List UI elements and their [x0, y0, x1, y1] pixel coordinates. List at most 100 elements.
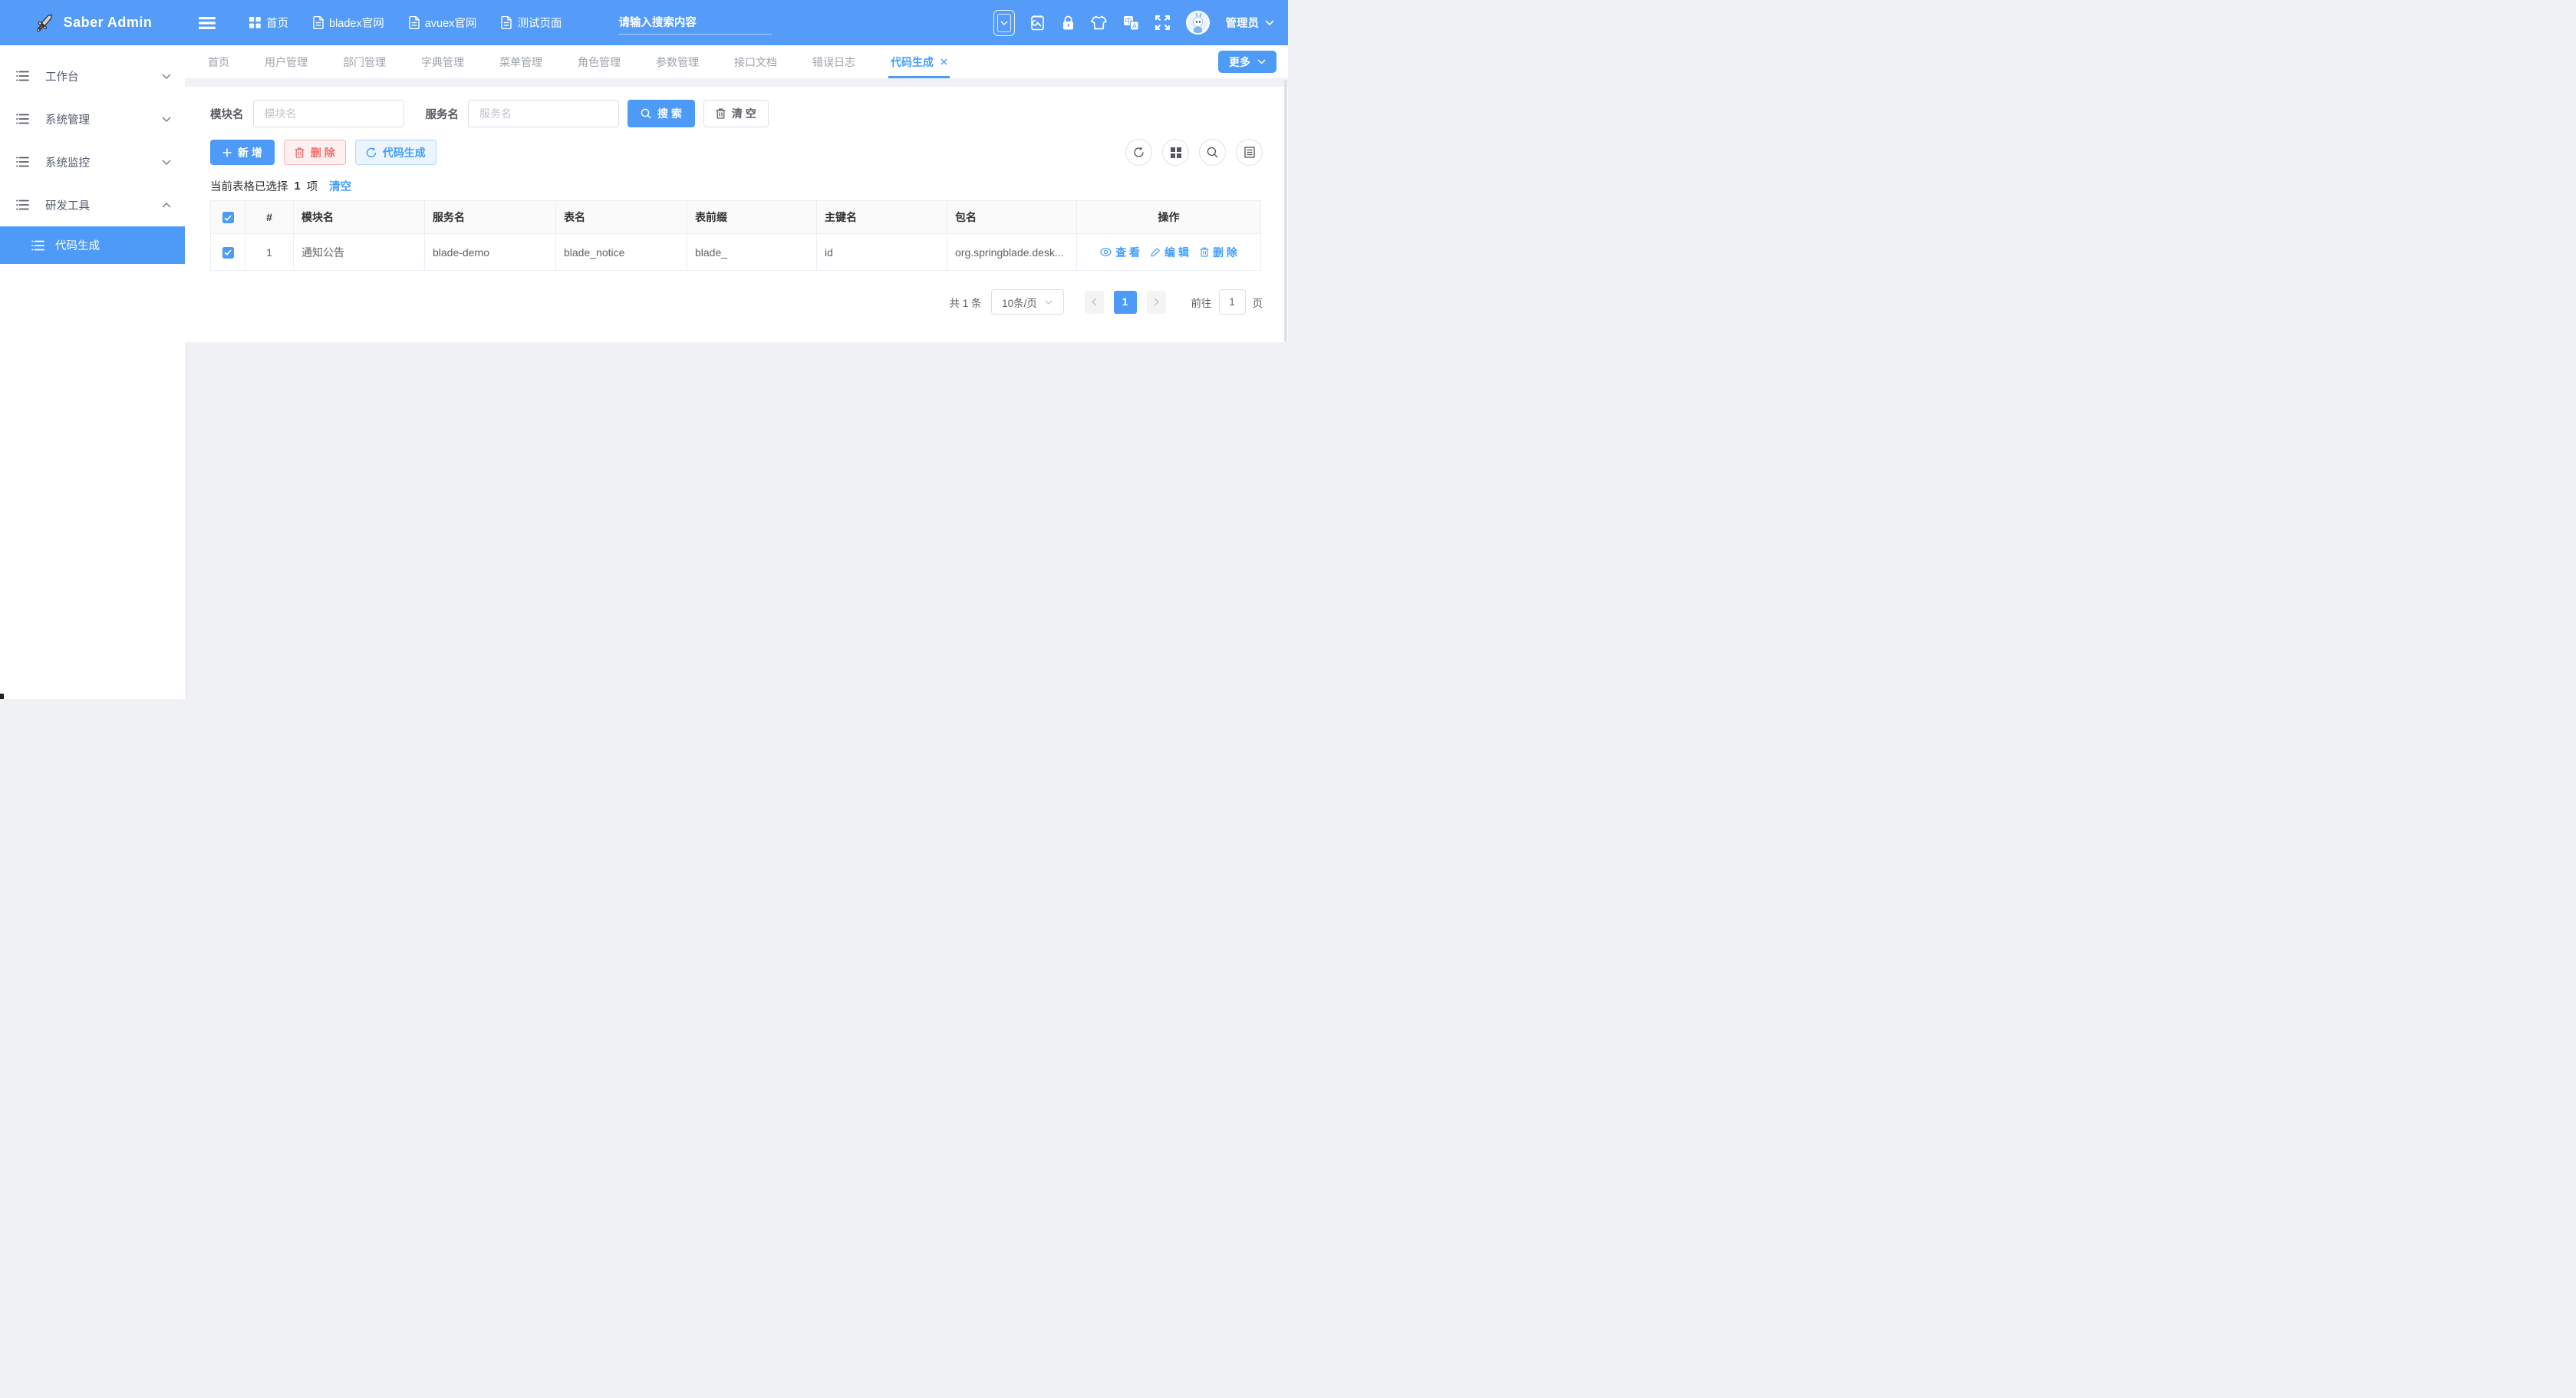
cell-prefix: blade_	[687, 234, 817, 271]
codegen-label: 代码生成	[383, 145, 426, 160]
edit-row-link[interactable]: 编 辑	[1151, 245, 1189, 260]
topnav-item-home[interactable]: 首页	[240, 0, 298, 45]
sidebar: 工作台系统管理系统监控研发工具 代码生成	[0, 45, 185, 699]
table-row: 1通知公告blade-demoblade_noticeblade_idorg.s…	[211, 234, 1261, 271]
hamburger-icon	[199, 16, 216, 30]
clear-selection-link[interactable]: 清空	[329, 178, 351, 194]
theme-button[interactable]	[1091, 15, 1107, 30]
select-all-checkbox[interactable]	[222, 212, 234, 223]
topnav-item-label: 首页	[266, 15, 288, 31]
document-list-icon	[1244, 147, 1255, 158]
row-actions: 查 看编 辑 删 除	[1077, 245, 1260, 260]
scrollbar[interactable]	[1284, 80, 1287, 342]
topnav-item-bladex官网[interactable]: bladex官网	[304, 0, 394, 45]
user-menu[interactable]: 管理员	[1226, 15, 1275, 31]
language-button[interactable]: 中 A	[1123, 15, 1139, 31]
column-header: 操作	[1077, 201, 1261, 234]
column-header: 主键名	[817, 201, 947, 234]
module-input[interactable]	[253, 100, 404, 127]
next-page-button[interactable]	[1147, 291, 1166, 314]
trash-icon	[716, 108, 726, 119]
goto-unit: 页	[1253, 295, 1263, 310]
user-name: 管理员	[1226, 15, 1260, 31]
add-button[interactable]: 新 增	[210, 140, 275, 165]
document-icon	[313, 16, 324, 29]
top-header: Saber Admin 首页bladex官网avuex官网测试页面 请输入搜索内…	[0, 0, 1288, 45]
clear-button[interactable]: 清 空	[703, 100, 769, 127]
goto-page-input[interactable]	[1219, 289, 1246, 315]
page-size-select[interactable]: 10条/页	[991, 289, 1064, 315]
global-search-placeholder: 请输入搜索内容	[618, 14, 697, 30]
tab-6[interactable]: 参数管理	[638, 45, 716, 78]
toggle-search-button[interactable]	[1199, 139, 1226, 166]
sidebar-item-1[interactable]: 系统管理	[0, 97, 185, 140]
filter-form: 模块名 服务名 搜 索 清 空	[210, 100, 1263, 127]
column-header: 包名	[947, 201, 1077, 234]
cell-service: blade-demo	[425, 234, 556, 271]
service-input[interactable]	[468, 100, 619, 127]
more-tabs-button[interactable]: 更多	[1218, 51, 1276, 73]
codegen-button[interactable]: 代码生成	[355, 140, 436, 165]
tab-5[interactable]: 角色管理	[560, 45, 638, 78]
cell-module: 通知公告	[294, 234, 425, 271]
trash-icon	[295, 147, 305, 158]
topnav-item-avuex官网[interactable]: avuex官网	[400, 0, 486, 45]
prev-page-button[interactable]	[1085, 291, 1104, 314]
page-size-value: 10条/页	[1002, 295, 1037, 310]
fullscreen-icon	[1155, 15, 1170, 30]
refresh-icon	[366, 147, 377, 158]
column-header: #	[245, 201, 294, 234]
cell-package: org.springblade.desk...	[947, 234, 1077, 271]
cell-pk: id	[817, 234, 947, 271]
user-avatar[interactable]	[1186, 11, 1210, 35]
fullscreen-button[interactable]	[1155, 15, 1170, 30]
global-search-input[interactable]: 请输入搜索内容	[618, 12, 772, 35]
debug-tool-button[interactable]	[1031, 15, 1046, 31]
pagination: 共 1 条 10条/页 1 前往 页	[210, 289, 1263, 315]
column-settings-button[interactable]	[1162, 139, 1189, 166]
tshirt-icon	[1091, 15, 1107, 30]
table-toolbar: 新 增 删 除 代码生成	[210, 139, 1263, 166]
tab-codegen-active[interactable]: 代码生成	[873, 45, 965, 78]
search-button[interactable]: 搜 索	[628, 100, 695, 127]
chevron-down-icon	[1257, 59, 1266, 64]
window-select-button[interactable]	[993, 10, 1015, 36]
menu-list-icon	[16, 157, 29, 167]
tab-8[interactable]: 错误日志	[795, 45, 873, 78]
document-icon	[501, 16, 512, 29]
selection-info: 当前表格已选择 1 项 清空	[210, 178, 1263, 194]
tab-2[interactable]: 部门管理	[325, 45, 404, 78]
refresh-grid-button[interactable]	[1125, 139, 1152, 166]
sidebar-item-0[interactable]: 工作台	[0, 54, 185, 97]
topnav-item-label: avuex官网	[425, 15, 477, 31]
sword-logo-icon	[33, 12, 56, 35]
more-label: 更多	[1229, 54, 1250, 70]
table-view-button[interactable]	[1236, 139, 1263, 166]
close-tab-icon[interactable]	[940, 58, 947, 65]
row-checkbox[interactable]	[222, 247, 234, 259]
menu-list-icon	[16, 199, 29, 210]
corner-artifact	[0, 694, 4, 699]
view-row-link[interactable]: 查 看	[1100, 245, 1140, 260]
tab-4[interactable]: 菜单管理	[482, 45, 560, 78]
collapse-menu-button[interactable]	[185, 16, 229, 30]
topnav-item-label: bladex官网	[329, 15, 384, 31]
sidebar-item-label: 系统监控	[45, 154, 90, 170]
tab-0[interactable]: 首页	[190, 45, 247, 78]
tab-1[interactable]: 用户管理	[247, 45, 325, 78]
search-icon	[641, 108, 651, 119]
tab-3[interactable]: 字典管理	[404, 45, 482, 78]
delete-row-link-label: 删 除	[1213, 245, 1237, 260]
row-select-cell	[211, 234, 245, 271]
delete-button[interactable]: 删 除	[284, 140, 346, 165]
sidebar-item-codegen-active[interactable]: 代码生成	[0, 226, 185, 264]
module-label: 模块名	[210, 106, 244, 122]
tab-7[interactable]: 接口文档	[716, 45, 795, 78]
current-page-button[interactable]: 1	[1114, 291, 1137, 314]
lock-screen-button[interactable]	[1062, 15, 1075, 31]
sidebar-item-2[interactable]: 系统监控	[0, 140, 185, 183]
delete-row-link[interactable]: 删 除	[1200, 245, 1237, 260]
sidebar-item-label: 系统管理	[45, 111, 90, 127]
topnav-item-测试页面[interactable]: 测试页面	[492, 0, 571, 45]
sidebar-item-3[interactable]: 研发工具	[0, 183, 185, 226]
